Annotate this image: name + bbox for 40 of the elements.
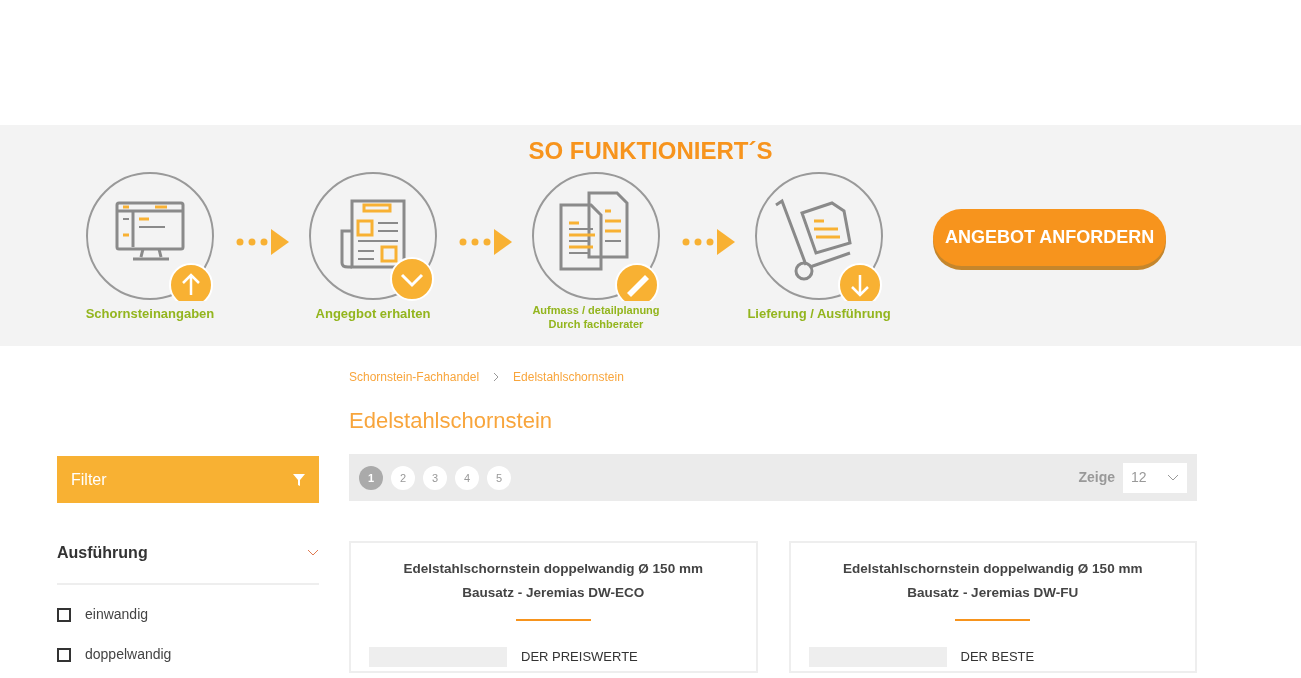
breadcrumb-link[interactable]: Edelstahlschornstein xyxy=(513,368,624,386)
product-tagline: DER BESTE xyxy=(960,648,1035,667)
page-button[interactable]: 2 xyxy=(391,465,415,490)
show-label: Zeige xyxy=(1078,468,1115,488)
checkbox[interactable] xyxy=(57,647,71,662)
dotted-arrow-icon xyxy=(680,229,735,255)
product-tagline: DER PREISWERTE xyxy=(521,648,638,667)
up-arrow-icon xyxy=(169,263,213,301)
banner-title: SO FUNKTIONIERT´S xyxy=(527,136,774,165)
checkbox[interactable] xyxy=(57,607,71,622)
newspaper-icon xyxy=(309,172,437,300)
hand-truck-icon xyxy=(755,172,883,300)
dotted-arrow-icon xyxy=(457,229,512,255)
filter-icon xyxy=(293,473,305,486)
option-label[interactable]: einwandig xyxy=(85,604,149,625)
down-arrow-icon xyxy=(838,263,882,301)
step-label: Schornsteinangaben xyxy=(85,307,215,321)
page-button[interactable]: 3 xyxy=(423,465,447,490)
monitor-icon xyxy=(86,172,214,300)
chevron-down-icon xyxy=(1167,473,1179,482)
page-button[interactable]: 4 xyxy=(455,465,479,490)
page-button[interactable]: 5 xyxy=(487,465,511,490)
per-page-select[interactable]: 12 xyxy=(1123,462,1187,493)
filter-label: Filter xyxy=(71,469,107,490)
chevron-down-icon[interactable] xyxy=(307,549,319,557)
step-label: Angegbot erhalten xyxy=(315,307,431,321)
filter-bar[interactable]: Filter xyxy=(57,456,319,503)
ruler-icon xyxy=(615,263,659,301)
page-button[interactable]: 1 xyxy=(359,465,383,490)
documents-icon xyxy=(532,172,660,300)
product-title[interactable]: Edelstahlschornstein doppelwandig Ø 150 mm Bausatz - Jeremias DW-ECO xyxy=(351,557,756,606)
option-label[interactable]: doppelwandig xyxy=(85,644,172,665)
chevron-down-icon xyxy=(390,257,434,301)
dotted-arrow-icon xyxy=(234,229,289,255)
step-label: Lieferung / Ausführung xyxy=(747,307,891,321)
filter-section-title[interactable]: Ausführung xyxy=(57,541,148,565)
breadcrumb-link[interactable]: Schornstein-Fachhandel xyxy=(349,368,480,386)
step-label: Aufmass / detailplanung Durch fachberater xyxy=(532,303,660,331)
product-title[interactable]: Edelstahlschornstein doppelwandig Ø 150 mm Bausatz - Jeremias DW-FU xyxy=(790,557,1195,606)
page-title: Edelstahlschornstein xyxy=(349,408,553,435)
